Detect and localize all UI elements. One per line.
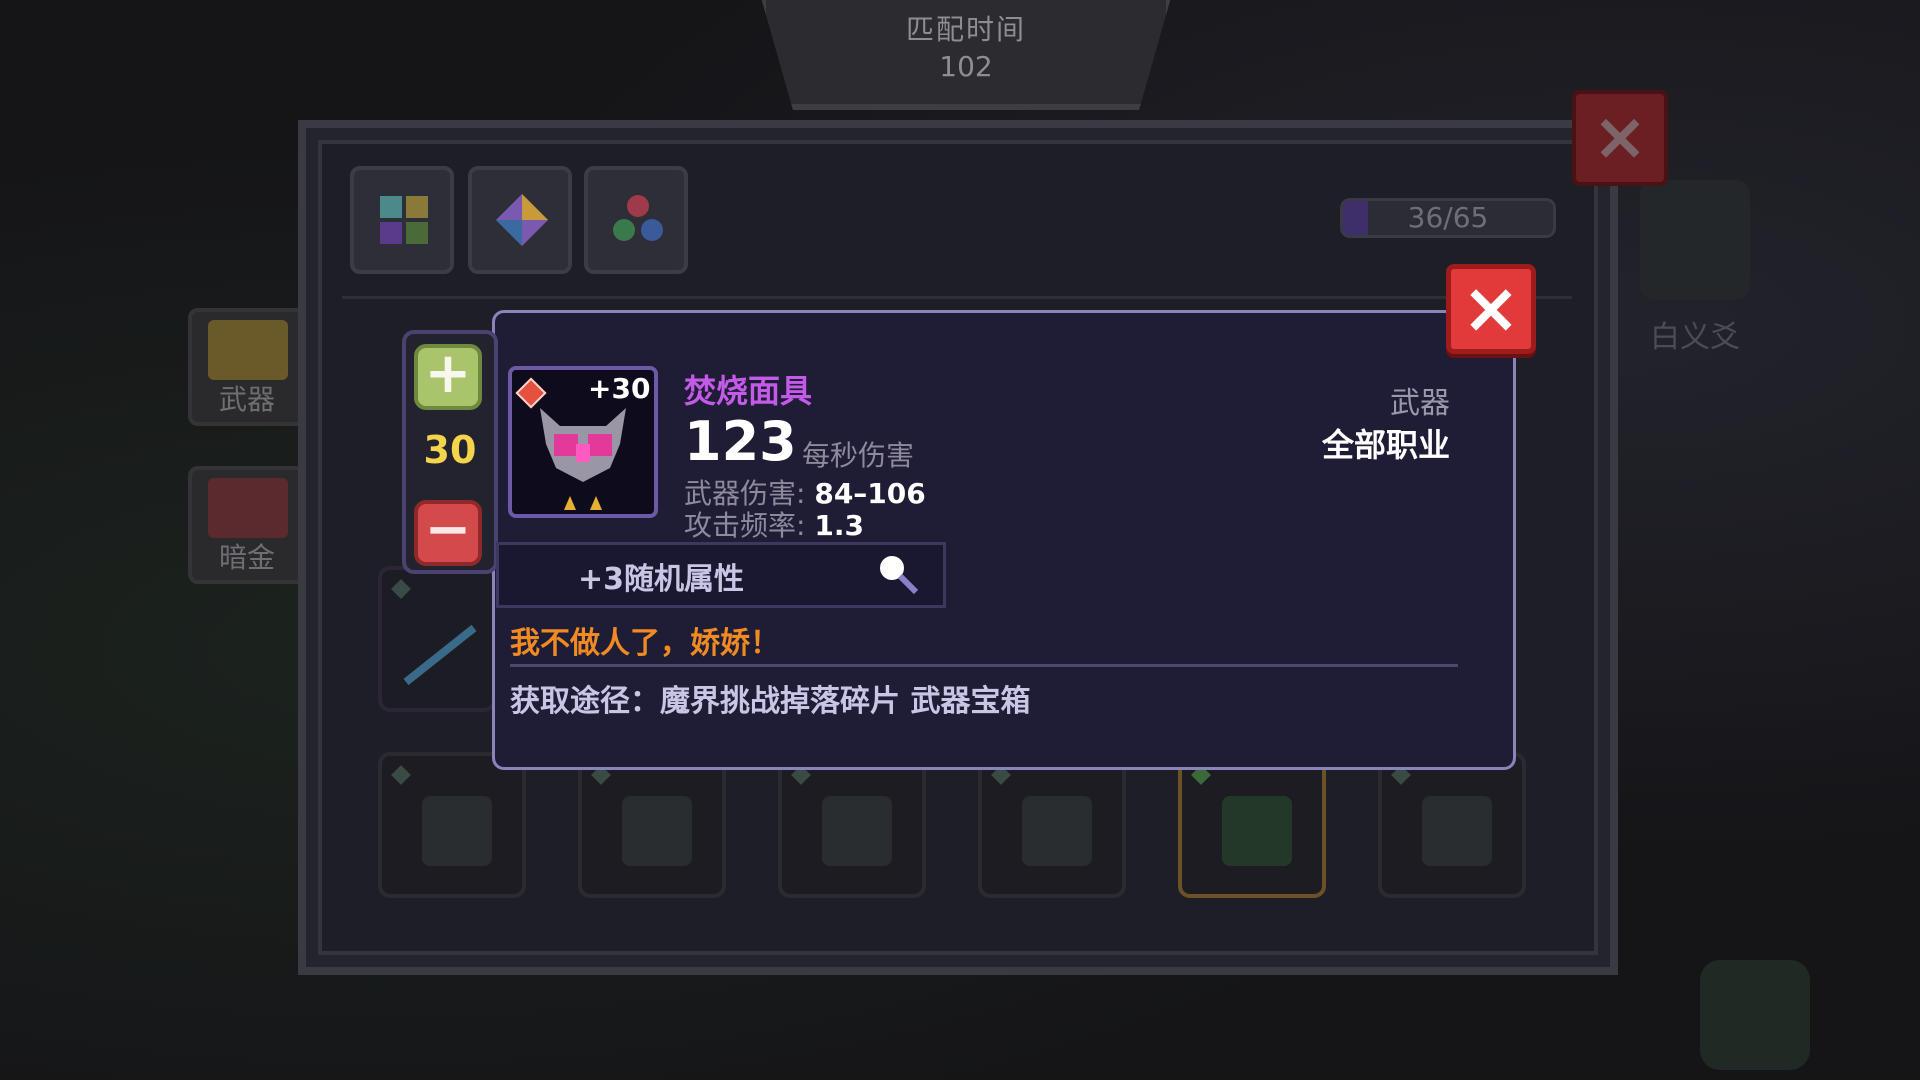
pet-sprite (1700, 960, 1810, 1070)
darkgold-category-icon (208, 478, 288, 538)
item-class: 全部职业 (1321, 426, 1450, 464)
slot-item-icon (1222, 796, 1292, 866)
inventory-slot[interactable] (578, 752, 726, 898)
attack-rate-value: 1.3 (814, 509, 864, 542)
card-divider (510, 664, 1458, 667)
item-name: 焚烧面具 (684, 372, 813, 410)
inventory-slot-selected[interactable] (1178, 752, 1326, 898)
panel-close-button[interactable]: × (1572, 90, 1668, 186)
increase-level-button[interactable]: + (414, 344, 482, 410)
slot-item-icon (1022, 796, 1092, 866)
panel-divider (342, 296, 1572, 299)
slot-item-icon (422, 796, 492, 866)
orbs-icon (613, 195, 663, 241)
category-darkgold-label: 暗金 (218, 541, 275, 574)
category-darkgold-button[interactable]: 暗金 (188, 466, 306, 584)
rifle-icon (403, 624, 477, 686)
stars-icon (564, 496, 602, 510)
character-name: 白义爻 (1650, 320, 1740, 355)
tab-grid-button[interactable] (350, 166, 454, 274)
gem-icon (496, 194, 548, 246)
collection-progress: 36/65 (1340, 198, 1556, 238)
minus-icon: − (424, 497, 472, 562)
level-value: 30 (423, 428, 477, 472)
mask-icon (540, 408, 626, 482)
inventory-slot[interactable] (1378, 752, 1526, 898)
category-weapon-button[interactable]: 武器 (188, 308, 306, 426)
magnifier-icon[interactable] (876, 552, 920, 596)
item-type: 武器 (1390, 386, 1450, 421)
inventory-slot[interactable] (778, 752, 926, 898)
tab-orbs-button[interactable] (584, 166, 688, 274)
close-icon: × (1592, 98, 1648, 175)
weapon-category-icon (208, 320, 288, 380)
grid-icon (380, 196, 428, 244)
close-icon: × (1461, 267, 1521, 349)
inventory-slot[interactable] (378, 752, 526, 898)
progress-text: 36/65 (1407, 201, 1489, 234)
plus-icon: + (424, 341, 472, 406)
dps-value: 123 (684, 410, 797, 473)
inventory-slot[interactable] (978, 752, 1126, 898)
match-time-label: 匹配时间 (905, 13, 1026, 46)
slot-gem-icon (391, 765, 411, 785)
decrease-level-button[interactable]: − (414, 500, 482, 566)
card-close-button[interactable]: × (1446, 264, 1536, 354)
match-time-value: 102 (939, 50, 993, 83)
slot-gem-icon (391, 579, 411, 599)
slot-item-icon (822, 796, 892, 866)
character-sprite (1640, 180, 1750, 300)
random-attributes-label: +3随机属性 (578, 562, 745, 597)
dps-label: 每秒伤害 (802, 439, 915, 472)
item-level: +30 (588, 372, 651, 405)
attack-rate-label: 攻击频率: (684, 509, 806, 542)
category-weapon-label: 武器 (218, 383, 275, 416)
match-time-banner: 匹配时间 102 (760, 0, 1172, 110)
item-quote: 我不做人了，娇娇！ (510, 626, 780, 661)
attack-rate-line: 攻击频率: 1.3 (684, 504, 864, 544)
slot-item-icon (1422, 796, 1492, 866)
slot-item-icon (622, 796, 692, 866)
tab-gem-button[interactable] (468, 166, 572, 274)
weapon-slot-rifle[interactable] (378, 566, 496, 712)
item-source: 获取途径：魔界挑战掉落碎片 武器宝箱 (510, 684, 1031, 719)
